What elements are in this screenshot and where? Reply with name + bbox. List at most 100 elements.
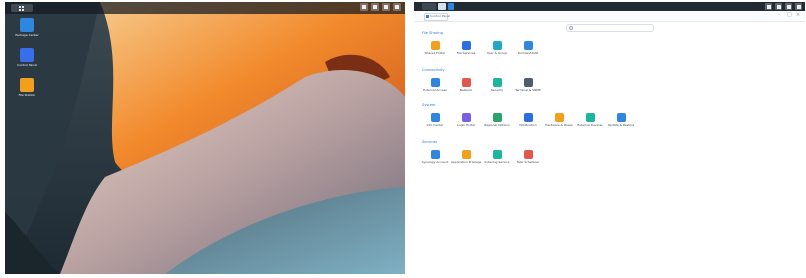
minimize-icon[interactable]: – (778, 13, 783, 18)
control-panel-item-user-group[interactable]: User & Group (482, 41, 512, 56)
widgets-icon-glyph (384, 5, 388, 9)
taskbar-app-control-panel[interactable] (438, 3, 446, 10)
control-panel-item-label: File Services (456, 52, 476, 55)
grid-menu-icon (19, 9, 21, 11)
control-panel-item-label: Notification (519, 124, 537, 127)
synology-account-icon (430, 150, 440, 159)
task-scheduler-icon (523, 150, 533, 159)
maximize-icon[interactable]: □ (787, 13, 792, 18)
widgets-icon[interactable] (382, 3, 390, 11)
control-panel-item-label: Synology Account (421, 161, 449, 164)
options-icon[interactable] (795, 3, 802, 10)
control-panel-item-label: External Access (423, 89, 447, 92)
control-panel-item-synology-account[interactable]: Synology Account (420, 150, 450, 165)
control-panel-item-task-scheduler[interactable]: Task Scheduler (513, 150, 543, 165)
control-panel-item-hardware-power[interactable]: Hardware & Power (544, 113, 574, 128)
search-icon-glyph (766, 4, 771, 9)
control-panel-item-notification[interactable]: Notification (513, 113, 543, 128)
control-panel-item-info-center[interactable]: Info Center (420, 113, 450, 128)
control-panel-item-label: Terminal & SNMP (515, 89, 541, 92)
control-panel-item-indexing-service[interactable]: Indexing Service (482, 150, 512, 165)
control-panel-item-label: Info Center (426, 124, 444, 127)
control-panel-item-label: Update & Restore (607, 124, 635, 127)
options-icon-glyph (395, 5, 399, 9)
network-icon (461, 78, 471, 87)
window-tab[interactable]: Control Panel (424, 13, 450, 21)
desktop-icon-label: File Station (18, 94, 36, 97)
main-menu-button[interactable] (422, 3, 436, 10)
control-panel-item-network[interactable]: Network (451, 78, 481, 93)
control-panel-item-label: External Devices (577, 124, 603, 127)
control-panel-item-label: Network (459, 89, 473, 92)
control-panel-item-regional-options[interactable]: Regional Options (482, 113, 512, 128)
section-title: System (422, 103, 436, 107)
shared-folder-icon (430, 41, 440, 50)
section-title: Services (422, 140, 438, 144)
desktop-icon-label: Control Panel (17, 64, 37, 67)
external-access-icon (430, 78, 440, 87)
section-title: Connectivity (422, 68, 445, 72)
widgets-icon-glyph (786, 4, 791, 9)
section-title: File Sharing (422, 31, 443, 35)
control-panel-screen: Control Panel – □ × File Sharing Shared F… (414, 2, 805, 272)
control-panel-item-label: Login Portal (457, 124, 475, 127)
domain-ldap-icon (523, 41, 533, 50)
security-icon (492, 78, 502, 87)
search-input[interactable] (566, 24, 654, 32)
control-panel-item-label: Domain/LDAP (517, 52, 539, 55)
control-panel-item-external-access[interactable]: External Access (420, 78, 450, 93)
search-icon[interactable] (360, 3, 368, 11)
control-panel-item-external-devices[interactable]: External Devices (575, 113, 605, 128)
desktop: Package Center Control Panel File Statio… (5, 2, 405, 274)
user-group-icon (492, 41, 502, 50)
control-panel-item-terminal[interactable]: Terminal & SNMP (513, 78, 543, 93)
window-tab-label: Control Panel (430, 14, 450, 18)
external-devices-icon (585, 113, 595, 122)
update-restore-icon (616, 113, 626, 122)
search-icon-glyph (362, 5, 366, 9)
control-panel-item-file-services[interactable]: File Services (451, 41, 481, 56)
user-icon[interactable] (775, 3, 782, 10)
control-panel-item-label: Indexing Service (484, 161, 510, 164)
grid-menu-icon (22, 6, 24, 8)
user-icon-glyph (373, 5, 377, 9)
desktop-icon-package-center[interactable]: Package Center (14, 18, 40, 38)
control-panel-item-update-restore[interactable]: Update & Restore (606, 113, 636, 128)
control-panel-item-label: User & Group (486, 52, 508, 55)
control-panel-item-shared-folder[interactable]: Shared Folder (420, 41, 450, 56)
taskbar-icons (765, 3, 802, 10)
taskbar-app-package-center[interactable] (448, 3, 454, 10)
control-panel-item-login-portal[interactable]: Login Portal (451, 113, 481, 128)
terminal-icon (523, 78, 533, 87)
control-panel-item-app-privileges[interactable]: Application Privileges (451, 150, 481, 165)
grid-menu-icon (22, 9, 24, 11)
desktop-wallpaper (5, 2, 405, 274)
search-icon[interactable] (765, 3, 772, 10)
hardware-power-icon (554, 113, 564, 122)
package-center-icon (20, 18, 34, 32)
user-icon[interactable] (371, 3, 379, 11)
control-panel-item-security[interactable]: Security (482, 78, 512, 93)
grid-menu-icon (19, 6, 21, 8)
control-panel-icon (426, 15, 429, 18)
close-icon[interactable]: × (796, 13, 801, 18)
control-panel-icon (20, 48, 34, 62)
app-privileges-icon (461, 150, 471, 159)
main-menu-button[interactable] (11, 4, 33, 12)
window-header: Control Panel – □ × (414, 11, 805, 22)
taskbar-icons (360, 3, 401, 13)
desktop-taskbar (5, 2, 405, 14)
regional-options-icon (492, 113, 502, 122)
widgets-icon[interactable] (785, 3, 792, 10)
desktop-icon-file-station[interactable]: File Station (14, 78, 40, 98)
options-icon-glyph (796, 4, 801, 9)
search-icon (569, 26, 573, 30)
options-icon[interactable] (393, 3, 401, 11)
window-controls: – □ × (778, 13, 801, 18)
desktop-icon-control-panel[interactable]: Control Panel (14, 48, 40, 68)
control-panel-item-label: Regional Options (484, 124, 510, 127)
info-center-icon (430, 113, 440, 122)
login-portal-icon (461, 113, 471, 122)
control-panel-item-domain-ldap[interactable]: Domain/LDAP (513, 41, 543, 56)
desktop-taskbar (414, 2, 805, 11)
